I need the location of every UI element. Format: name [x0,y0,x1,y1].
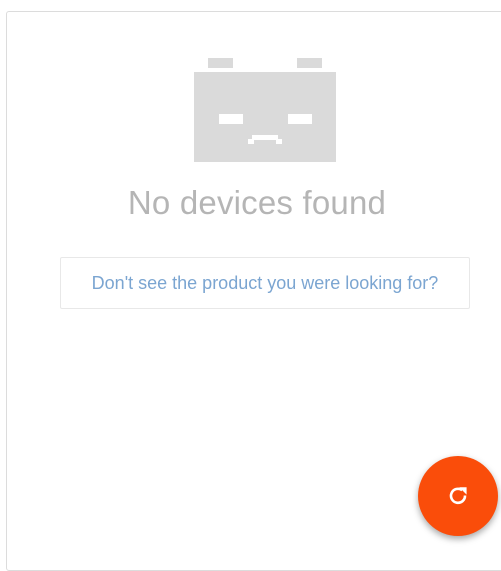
refresh-button[interactable] [418,456,498,536]
missing-product-link-label: Don't see the product you were looking f… [91,272,439,293]
missing-product-link[interactable]: Don't see the product you were looking f… [60,257,470,309]
empty-state-title: No devices found [127,184,387,221]
sad-device-icon [194,58,336,162]
refresh-icon [449,487,467,505]
